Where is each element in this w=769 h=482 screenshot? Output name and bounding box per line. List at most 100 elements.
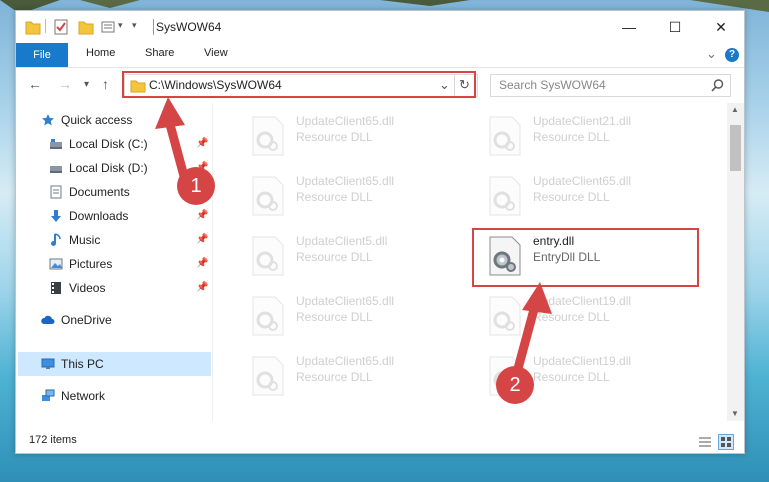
sidebar-item-network[interactable]: Network: [16, 384, 212, 408]
maximize-button[interactable]: ☐: [652, 11, 698, 43]
sidebar-item-music[interactable]: Music 📌: [16, 228, 212, 252]
sidebar-item-label: Downloads: [69, 209, 129, 223]
file-name: UpdateClient65.dll: [296, 294, 395, 308]
file-item[interactable]: UpdateClient65.dll Resource DLL: [226, 110, 451, 164]
sidebar-item-label: Pictures: [69, 257, 113, 271]
sidebar-item-label: Local Disk (C:): [69, 137, 148, 151]
sidebar-item-label: Documents: [69, 185, 130, 199]
pin-icon: 📌: [196, 258, 209, 269]
sidebar-item-label: This PC: [61, 357, 104, 371]
status-bar: 172 items: [16, 431, 744, 453]
new-folder-icon[interactable]: [78, 18, 94, 36]
dll-file-icon: [252, 176, 284, 216]
file-item[interactable]: UpdateClient65.dll Resource DLL: [226, 170, 451, 224]
scroll-up-icon[interactable]: ▲: [731, 105, 739, 114]
sidebar-item-label: Quick access: [61, 113, 133, 127]
file-item[interactable]: UpdateClient5.dll Resource DLL: [226, 230, 451, 284]
window-title: SysWOW64: [156, 20, 222, 34]
file-type: Resource DLL: [533, 130, 610, 144]
file-name: UpdateClient65.dll: [296, 354, 395, 368]
file-type: Resource DLL: [296, 250, 373, 264]
scrollbar-thumb[interactable]: [730, 125, 741, 171]
recent-locations-button[interactable]: ▾: [84, 79, 89, 90]
ribbon-tabs: File Home Share View ⌄ ?: [16, 43, 744, 68]
file-name: UpdateClient21.dll: [533, 114, 632, 128]
file-name: UpdateClient5.dll: [296, 234, 388, 248]
file-item[interactable]: UpdateClient65.dll Resource DLL: [226, 290, 451, 344]
pictures-icon: [49, 258, 63, 270]
file-item[interactable]: UpdateClient65.dll Resource DLL: [463, 170, 688, 224]
folder-icon: [25, 21, 41, 35]
pin-icon: 📌: [196, 282, 209, 293]
documents-icon: [50, 185, 62, 199]
up-button[interactable]: ↑: [102, 76, 109, 92]
network-icon: [42, 389, 55, 401]
close-button[interactable]: ✕: [698, 11, 744, 43]
large-icons-view-icon[interactable]: [718, 434, 734, 450]
dll-file-icon: [489, 176, 521, 216]
drive-icon: [50, 139, 62, 149]
file-type: Resource DLL: [296, 310, 373, 324]
dll-file-icon: [489, 116, 521, 156]
dll-file-icon: [252, 296, 284, 336]
qa-dropdown-icon[interactable]: ▾: [118, 20, 123, 31]
title-divider: [153, 19, 154, 35]
sidebar-item-videos[interactable]: Videos 📌: [16, 276, 212, 300]
file-item[interactable]: UpdateClient65.dll Resource DLL: [226, 350, 451, 404]
expand-ribbon-icon[interactable]: ⌄: [706, 46, 717, 62]
star-icon: [42, 114, 54, 126]
forward-button[interactable]: →: [58, 76, 72, 92]
computer-icon: [41, 358, 55, 369]
pin-icon: 📌: [196, 210, 209, 221]
file-name: UpdateClient65.dll: [296, 174, 395, 188]
sidebar-item-label: OneDrive: [61, 313, 112, 327]
file-type: Resource DLL: [296, 130, 373, 144]
qa-more-icon[interactable]: ▾: [132, 20, 137, 31]
file-item[interactable]: UpdateClient19.dll Resource DLL: [463, 290, 688, 344]
title-bar: ▾ ▾ SysWOW64 — ☐ ✕: [16, 11, 744, 43]
customize-qa-icon[interactable]: [101, 18, 117, 36]
callout-step-2: 2: [496, 366, 534, 404]
drive-icon: [50, 166, 62, 173]
dll-file-icon: [252, 356, 284, 396]
sidebar-item-label: Network: [61, 389, 106, 403]
address-bar-highlight: [122, 71, 476, 98]
entry-dll-highlight: [472, 228, 699, 287]
item-count: 172 items: [29, 434, 77, 446]
search-input[interactable]: Search SysWOW64: [499, 78, 606, 92]
pin-icon: 📌: [196, 234, 209, 245]
cloud-icon: [41, 315, 55, 324]
arrow-to-entry-icon: [511, 282, 552, 380]
properties-icon[interactable]: [54, 18, 68, 36]
sidebar-item-label: Music: [69, 233, 101, 247]
file-type: Resource DLL: [296, 190, 373, 204]
tab-home[interactable]: Home: [86, 47, 115, 59]
minimize-button[interactable]: —: [606, 11, 652, 43]
sidebar-item-downloads[interactable]: Downloads 📌: [16, 204, 212, 228]
videos-icon: [51, 282, 61, 294]
search-icon[interactable]: [711, 79, 724, 92]
details-view-icon[interactable]: [698, 435, 712, 449]
sidebar-item-label: Videos: [69, 281, 106, 295]
dll-file-icon: [252, 236, 284, 276]
callout-step-1: 1: [177, 167, 215, 205]
back-button[interactable]: ←: [28, 76, 42, 92]
music-icon: [51, 233, 61, 246]
tab-view[interactable]: View: [204, 47, 228, 59]
sidebar-item-pictures[interactable]: Pictures 📌: [16, 252, 212, 276]
file-type: Resource DLL: [533, 190, 610, 204]
sidebar-item-this-pc[interactable]: This PC: [18, 352, 211, 376]
help-icon[interactable]: ?: [725, 48, 739, 62]
dll-file-icon: [252, 116, 284, 156]
file-type: Resource DLL: [296, 370, 373, 384]
download-icon: [51, 210, 61, 222]
tab-file[interactable]: File: [16, 43, 68, 67]
scroll-down-icon[interactable]: ▼: [731, 409, 739, 418]
search-box[interactable]: Search SysWOW64: [490, 74, 731, 97]
file-name: UpdateClient65.dll: [296, 114, 395, 128]
file-item[interactable]: UpdateClient21.dll Resource DLL: [463, 110, 688, 164]
sidebar-item-onedrive[interactable]: OneDrive: [16, 308, 212, 332]
tab-share[interactable]: Share: [145, 47, 174, 59]
file-name: UpdateClient65.dll: [533, 174, 632, 188]
vertical-scrollbar[interactable]: ▲ ▼: [727, 103, 744, 421]
